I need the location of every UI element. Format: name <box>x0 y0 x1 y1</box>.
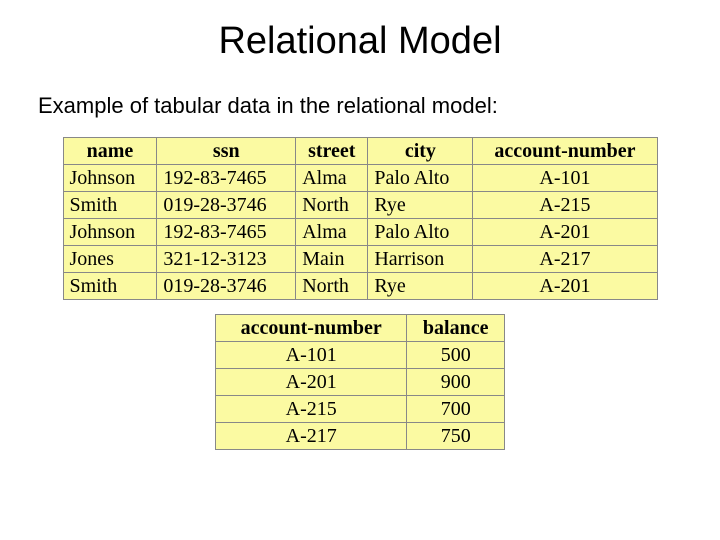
cell: A-217 <box>473 246 657 273</box>
cell: Alma <box>296 219 368 246</box>
table-row: A-201 900 <box>216 369 505 396</box>
cell: Smith <box>63 273 157 300</box>
table-header-row: account-number balance <box>216 315 505 342</box>
cell: Johnson <box>63 219 157 246</box>
table-row: Johnson 192-83-7465 Alma Palo Alto A-201 <box>63 219 657 246</box>
cell: Jones <box>63 246 157 273</box>
col-city: city <box>368 138 473 165</box>
cell: 019-28-3746 <box>157 273 296 300</box>
cell: A-201 <box>473 273 657 300</box>
cell: North <box>296 273 368 300</box>
cell: Alma <box>296 165 368 192</box>
cell: A-101 <box>216 342 407 369</box>
cell: North <box>296 192 368 219</box>
cell: A-201 <box>216 369 407 396</box>
cell: Smith <box>63 192 157 219</box>
cell: A-217 <box>216 423 407 450</box>
cell: Johnson <box>63 165 157 192</box>
table-row: A-217 750 <box>216 423 505 450</box>
col-street: street <box>296 138 368 165</box>
col-account-number: account-number <box>473 138 657 165</box>
col-ssn: ssn <box>157 138 296 165</box>
cell: Rye <box>368 192 473 219</box>
cell: 019-28-3746 <box>157 192 296 219</box>
cell: 321-12-3123 <box>157 246 296 273</box>
table-row: Johnson 192-83-7465 Alma Palo Alto A-101 <box>63 165 657 192</box>
col-account-number: account-number <box>216 315 407 342</box>
table-row: Smith 019-28-3746 North Rye A-215 <box>63 192 657 219</box>
page-title: Relational Model <box>0 0 720 63</box>
table-row: Smith 019-28-3746 North Rye A-201 <box>63 273 657 300</box>
table-row: A-215 700 <box>216 396 505 423</box>
cell: 500 <box>407 342 505 369</box>
accounts-table-wrap: account-number balance A-101 500 A-201 9… <box>215 314 505 450</box>
subtitle: Example of tabular data in the relationa… <box>38 93 720 119</box>
cell: Main <box>296 246 368 273</box>
cell: A-215 <box>473 192 657 219</box>
col-name: name <box>63 138 157 165</box>
cell: 700 <box>407 396 505 423</box>
table-header-row: name ssn street city account-number <box>63 138 657 165</box>
slide: Relational Model Example of tabular data… <box>0 0 720 540</box>
cell: 192-83-7465 <box>157 219 296 246</box>
cell: Harrison <box>368 246 473 273</box>
cell: 192-83-7465 <box>157 165 296 192</box>
customers-table: name ssn street city account-number John… <box>63 137 658 300</box>
customers-table-wrap: name ssn street city account-number John… <box>63 137 658 300</box>
table-row: Jones 321-12-3123 Main Harrison A-217 <box>63 246 657 273</box>
cell: Palo Alto <box>368 219 473 246</box>
cell: A-201 <box>473 219 657 246</box>
cell: 900 <box>407 369 505 396</box>
table-row: A-101 500 <box>216 342 505 369</box>
cell: A-101 <box>473 165 657 192</box>
cell: Palo Alto <box>368 165 473 192</box>
cell: Rye <box>368 273 473 300</box>
accounts-table: account-number balance A-101 500 A-201 9… <box>215 314 505 450</box>
col-balance: balance <box>407 315 505 342</box>
cell: A-215 <box>216 396 407 423</box>
cell: 750 <box>407 423 505 450</box>
